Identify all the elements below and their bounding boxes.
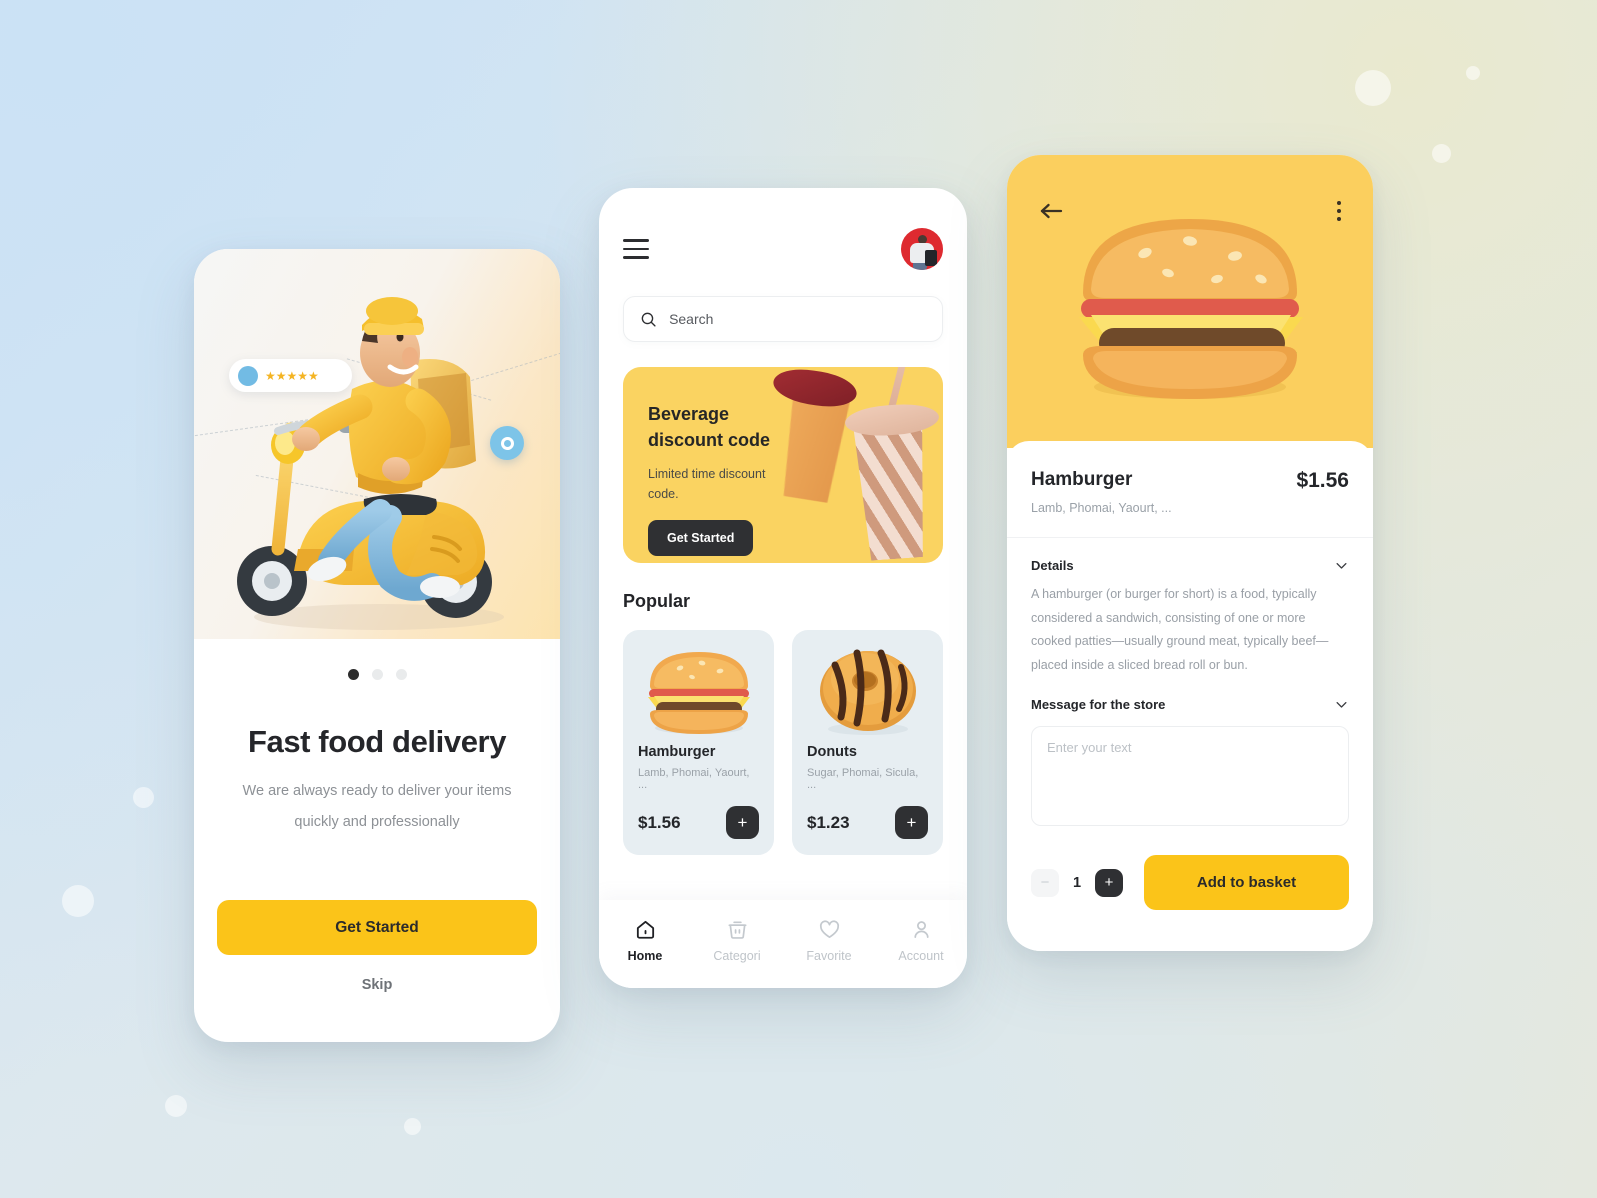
tab-label: Favorite (806, 949, 852, 963)
tab-label: Categori (713, 949, 761, 963)
add-to-cart-button[interactable]: + (726, 806, 759, 839)
product-price: $1.23 (807, 812, 850, 832)
more-options-button[interactable] (1337, 201, 1341, 221)
bokeh-circle (1355, 70, 1391, 106)
product-detail-screen: Hamburger Lamb, Phomai, Yaourt, ... $1.5… (1007, 155, 1373, 951)
person-icon (913, 921, 929, 939)
basket-icon (727, 921, 747, 939)
tab-home[interactable]: Home (599, 918, 691, 963)
page-title: Fast food delivery (247, 724, 507, 759)
kebab-dot (1337, 209, 1341, 213)
chevron-down-icon (1336, 563, 1347, 569)
bokeh-circle (404, 1118, 421, 1135)
product-ingredients: Lamb, Phomai, Yaourt, ... (1031, 501, 1172, 515)
add-to-basket-button[interactable]: Add to basket (1144, 855, 1349, 910)
popular-list: Hamburger Lamb, Phomai, Yaourt, ... $1.5… (623, 630, 943, 855)
hamburger-3d-icon (623, 636, 774, 744)
product-name: Hamburger (1031, 469, 1133, 490)
quantity-decrease-button[interactable]: − (1031, 868, 1059, 897)
pagination-dot-3[interactable] (395, 669, 407, 680)
tab-label: Home (627, 949, 663, 963)
details-accordion-header[interactable]: Details (1031, 558, 1349, 573)
promo-banner: Beverage discount code Limited time disc… (623, 367, 943, 563)
search-icon (641, 312, 656, 327)
location-pin-icon (490, 426, 524, 460)
rating-avatar-dot (238, 365, 258, 386)
hamburger-3d-hero-image (1079, 219, 1303, 399)
product-name: Donuts (807, 744, 857, 760)
arrow-left-icon (1040, 203, 1063, 219)
search-input[interactable] (669, 311, 926, 327)
get-started-button[interactable]: Get Started (217, 900, 537, 955)
product-price: $1.56 (1296, 469, 1349, 492)
hamburger-menu-icon[interactable] (623, 239, 649, 259)
tab-account[interactable]: Account (875, 918, 967, 963)
tab-label: Account (898, 949, 944, 963)
home-header (623, 188, 943, 270)
pagination-dots[interactable] (194, 669, 560, 680)
skip-button[interactable]: Skip (362, 977, 393, 993)
search-bar[interactable] (623, 296, 943, 342)
bokeh-circle (165, 1095, 187, 1117)
home-icon (636, 920, 654, 939)
bokeh-circle (1432, 144, 1451, 163)
page-subtitle: We are always ready to deliver your item… (242, 783, 512, 830)
product-card[interactable]: Hamburger Lamb, Phomai, Yaourt, ... $1.5… (623, 630, 774, 855)
promo-subtitle: Limited time discount code. (648, 467, 766, 501)
bottom-navigation: Home Categori Favorite Account (599, 900, 967, 988)
product-card[interactable]: Donuts Sugar, Phomai, Sicula, ... $1.23 … (792, 630, 943, 855)
product-price: $1.56 (638, 812, 681, 832)
onboarding-screen: ★★★★★ Fast food delivery We are always r… (194, 249, 560, 1042)
promo-title: Beverage discount code (648, 404, 771, 450)
tab-favorite[interactable]: Favorite (783, 918, 875, 963)
avatar[interactable] (901, 228, 943, 270)
soda-cup-lid (844, 401, 940, 439)
product-name: Hamburger (638, 744, 716, 760)
detail-sheet: Hamburger Lamb, Phomai, Yaourt, ... $1.5… (1007, 441, 1373, 951)
back-button[interactable] (1039, 201, 1063, 221)
message-textarea[interactable] (1031, 726, 1349, 826)
bokeh-circle (62, 885, 94, 917)
kebab-dot (1337, 201, 1341, 205)
message-label: Message for the store (1031, 697, 1166, 712)
popular-heading: Popular (623, 591, 691, 611)
rating-badge: ★★★★★ (229, 359, 352, 392)
add-to-cart-button[interactable]: + (895, 806, 928, 839)
onboarding-illustration: ★★★★★ (194, 249, 560, 639)
product-description: Lamb, Phomai, Yaourt, ... (638, 767, 750, 791)
donut-3d-icon (792, 636, 943, 744)
home-screen: Beverage discount code Limited time disc… (599, 188, 967, 988)
quantity-increase-button[interactable]: + (1095, 868, 1123, 897)
tab-categori[interactable]: Categori (691, 918, 783, 963)
chevron-down-icon (1336, 702, 1347, 708)
bokeh-circle (133, 787, 154, 808)
bokeh-circle (1466, 66, 1480, 80)
product-description: Sugar, Phomai, Sicula, ... (807, 767, 919, 791)
pagination-dot-1[interactable] (347, 669, 359, 680)
divider (1007, 537, 1373, 538)
details-body: A hamburger (or burger for short) is a f… (1031, 587, 1329, 672)
message-accordion-header[interactable]: Message for the store (1031, 697, 1349, 712)
details-label: Details (1031, 558, 1074, 573)
quantity-value: 1 (1072, 874, 1082, 891)
detail-hero (1007, 155, 1373, 448)
detail-footer: − 1 + Add to basket (1031, 855, 1349, 910)
kebab-dot (1337, 217, 1341, 221)
rating-stars: ★★★★★ (265, 368, 319, 383)
promo-get-started-button[interactable]: Get Started (648, 520, 754, 556)
heart-icon (819, 920, 839, 939)
detail-header: Hamburger Lamb, Phomai, Yaourt, ... $1.5… (1031, 469, 1349, 515)
pagination-dot-2[interactable] (371, 669, 383, 680)
